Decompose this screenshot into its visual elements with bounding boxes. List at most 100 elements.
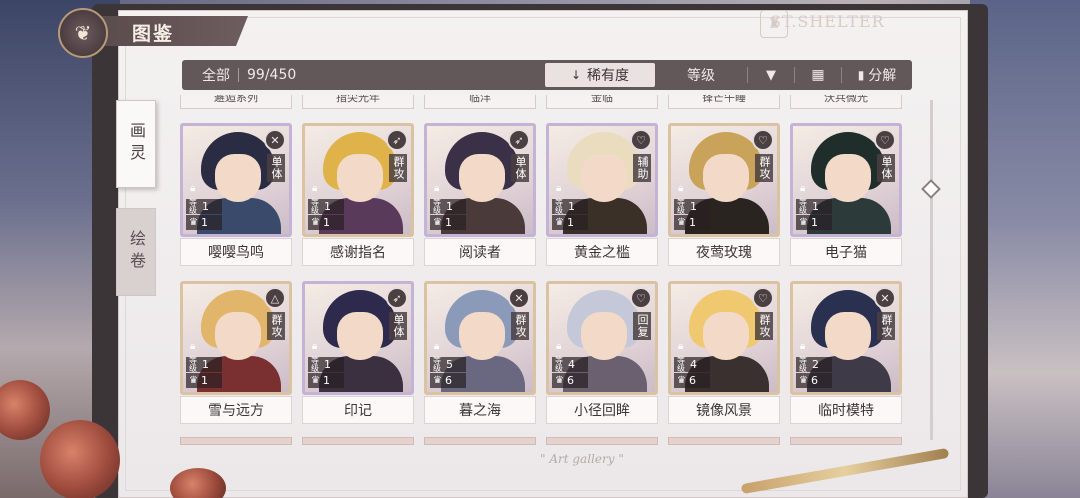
lock-icon: 🔒︎: [190, 183, 196, 194]
card-portrait[interactable]: ✕ 单体 🔒︎ 等级 1 ♛ 1: [180, 123, 292, 237]
decompose-label: 分解: [868, 68, 897, 84]
partial-card[interactable]: [424, 437, 536, 445]
grid-view-button[interactable]: ▦: [795, 63, 841, 87]
character-card[interactable]: ♡ 辅助 🔒︎ 等级 1 ♛ 1 黄金之槛: [546, 123, 658, 266]
portrait-face: [337, 312, 383, 360]
card-stats: 🔒︎ 等级 1 ♛ 1: [308, 183, 344, 230]
star-value: 1: [444, 216, 452, 229]
character-card[interactable]: ➶ 群攻 🔒︎ 等级 1 ♛ 1 感谢指名: [302, 123, 414, 266]
filter-icon: ▼: [766, 67, 776, 83]
card-name[interactable]: 镜像风景: [668, 396, 780, 424]
card-portrait[interactable]: ➶ 单体 🔒︎ 等级 1 ♛ 1: [424, 123, 536, 237]
character-card[interactable]: ✕ 单体 🔒︎ 等级 1 ♛ 1 嘤嘤鸟鸣: [180, 123, 292, 266]
partial-name-plate[interactable]: 邂逅系列: [180, 95, 292, 109]
scrollbar-track[interactable]: [930, 100, 933, 440]
sort-rarity-label: 稀有度: [587, 68, 630, 84]
toolbar-divider: [238, 68, 239, 82]
partial-name-plate[interactable]: 临洋: [424, 95, 536, 109]
star-value: 6: [810, 374, 818, 387]
level-stat: 等级 1: [308, 198, 344, 214]
partial-name-plate[interactable]: 金临: [546, 95, 658, 109]
crown-icon: ♛: [799, 217, 808, 228]
card-name[interactable]: 夜莺玫瑰: [668, 238, 780, 266]
character-card[interactable]: ♡ 单体 🔒︎ 等级 1 ♛ 1 电子猫: [790, 123, 902, 266]
level-value: 1: [446, 200, 453, 213]
card-portrait[interactable]: △ 群攻 🔒︎ 等级 1 ♛ 1: [180, 281, 292, 395]
tab-picture-scroll[interactable]: 绘卷: [116, 208, 156, 296]
level-stat: 等级 4: [552, 355, 588, 373]
character-card[interactable]: ➶ 单体 🔒︎ 等级 1 ♛ 1 阅读者: [424, 123, 536, 266]
card-name[interactable]: 雪与远方: [180, 396, 292, 424]
card-portrait[interactable]: ✕ 群攻 🔒︎ 等级 5 ♛ 6: [424, 281, 536, 395]
grid-view-icon: ▦: [811, 67, 825, 83]
card-portrait[interactable]: ♡ 群攻 🔒︎ 等级 4 ♛ 6: [668, 281, 780, 395]
card-name[interactable]: 电子猫: [790, 238, 902, 266]
card-name[interactable]: 嘤嘤鸟鸣: [180, 238, 292, 266]
partial-card[interactable]: [546, 437, 658, 445]
tab-painted-spirit[interactable]: 画灵: [116, 100, 156, 188]
lock-icon: 🔒︎: [312, 183, 318, 194]
card-portrait[interactable]: ♡ 单体 🔒︎ 等级 1 ♛ 1: [790, 123, 902, 237]
card-name[interactable]: 小径回眸: [546, 396, 658, 424]
partial-name-plate[interactable]: 锋芒午睡: [668, 95, 780, 109]
star-value: 1: [200, 216, 208, 229]
star-stat: ♛ 1: [308, 373, 344, 388]
partial-card[interactable]: [302, 437, 414, 445]
star-value: 1: [688, 216, 696, 229]
level-stat: 等级 1: [552, 198, 588, 214]
heart-icon: ♡: [874, 129, 896, 151]
card-portrait[interactable]: ➶ 单体 🔒︎ 等级 1 ♛ 1: [302, 281, 414, 395]
card-name[interactable]: 暮之海: [424, 396, 536, 424]
character-card[interactable]: ✕ 群攻 🔒︎ 等级 5 ♛ 6 暮之海: [424, 281, 536, 424]
level-key: 等级: [433, 197, 441, 215]
crown-icon: ♛: [311, 217, 320, 228]
sort-level-button[interactable]: 等级: [655, 63, 747, 87]
character-card[interactable]: ➶ 单体 🔒︎ 等级 1 ♛ 1 印记: [302, 281, 414, 424]
card-name[interactable]: 黄金之槛: [546, 238, 658, 266]
partial-name-plate[interactable]: 指尖光年: [302, 95, 414, 109]
lock-icon: 🔒︎: [556, 183, 562, 194]
crown-icon: ♛: [433, 217, 442, 228]
card-row-2: △ 群攻 🔒︎ 等级 1 ♛ 1 雪与远方 ➶ 单体 🔒︎ 等级 1 ♛ 1 印…: [178, 281, 902, 424]
card-name[interactable]: 印记: [302, 396, 414, 424]
partial-card[interactable]: [790, 437, 902, 445]
decompose-button[interactable]: ▮ 分解: [842, 63, 912, 87]
card-name[interactable]: 临时模特: [790, 396, 902, 424]
card-name[interactable]: 阅读者: [424, 238, 536, 266]
star-value: 1: [566, 216, 574, 229]
card-portrait[interactable]: ♡ 辅助 🔒︎ 等级 1 ♛ 1: [546, 123, 658, 237]
butterfly-icon[interactable]: ❦: [58, 8, 108, 58]
card-portrait[interactable]: ♡ 回复 🔒︎ 等级 4 ♛ 6: [546, 281, 658, 395]
character-card[interactable]: △ 群攻 🔒︎ 等级 1 ♛ 1 雪与远方: [180, 281, 292, 424]
card-stats: 🔒︎ 等级 1 ♛ 1: [552, 183, 588, 230]
partial-card[interactable]: [668, 437, 780, 445]
card-portrait[interactable]: ➶ 群攻 🔒︎ 等级 1 ♛ 1: [302, 123, 414, 237]
crown-icon: ♛: [433, 375, 442, 386]
heart-icon: ♡: [752, 287, 774, 309]
filter-all-button[interactable]: 全部: [202, 65, 230, 85]
partial-name-plate[interactable]: 沃兵微光: [790, 95, 902, 109]
level-key: 等级: [555, 355, 563, 373]
star-value: 1: [810, 216, 818, 229]
character-card[interactable]: ✕ 群攻 🔒︎ 等级 2 ♛ 6 临时模特: [790, 281, 902, 424]
character-card[interactable]: ♡ 群攻 🔒︎ 等级 1 ♛ 1 夜莺玫瑰: [668, 123, 780, 266]
level-key: 等级: [799, 355, 807, 373]
sort-rarity-button[interactable]: ↓ 稀有度: [545, 63, 655, 87]
lock-icon: 🔒︎: [434, 183, 440, 194]
card-portrait[interactable]: ♡ 群攻 🔒︎ 等级 1 ♛ 1: [668, 123, 780, 237]
card-portrait[interactable]: ✕ 群攻 🔒︎ 等级 2 ♛ 6: [790, 281, 902, 395]
portrait-face: [215, 154, 261, 202]
partial-card[interactable]: [180, 437, 292, 445]
filter-button[interactable]: ▼: [748, 63, 794, 87]
card-name[interactable]: 感谢指名: [302, 238, 414, 266]
level-stat: 等级 2: [796, 355, 832, 373]
attack-type-tag: 单体: [877, 154, 895, 182]
character-card[interactable]: ♡ 群攻 🔒︎ 等级 4 ♛ 6 镜像风景: [668, 281, 780, 424]
portrait-face: [825, 154, 871, 202]
attack-type-tag: 群攻: [755, 154, 773, 182]
star-value: 6: [688, 374, 696, 387]
heart-icon: ♡: [630, 287, 652, 309]
decompose-icon: ▮: [857, 68, 865, 82]
level-value: 1: [690, 200, 697, 213]
character-card[interactable]: ♡ 回复 🔒︎ 等级 4 ♛ 6 小径回眸: [546, 281, 658, 424]
